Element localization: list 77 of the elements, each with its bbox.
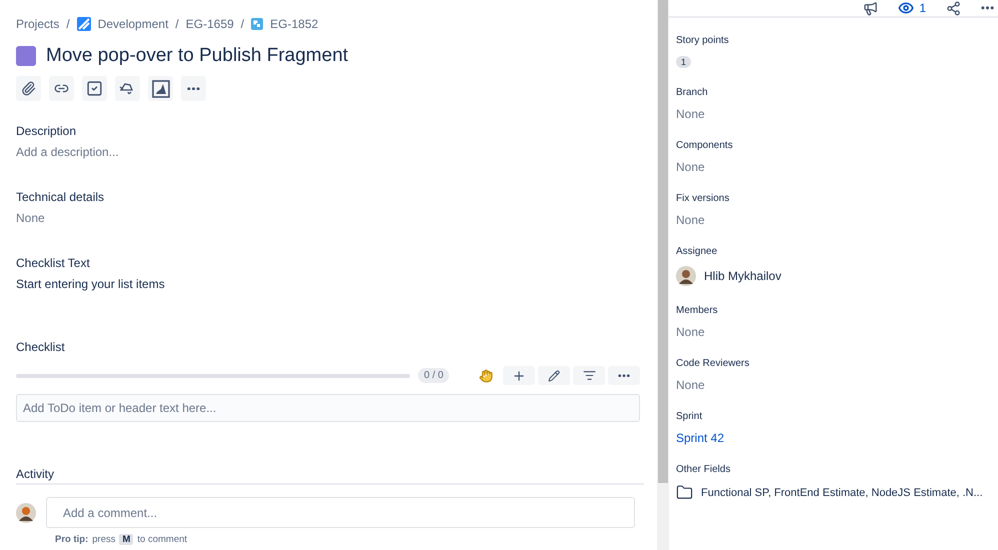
link-button[interactable] [49, 76, 74, 101]
more-button[interactable] [608, 366, 640, 385]
tip-text: to comment [137, 534, 188, 545]
breadcrumb-link[interactable]: Development [98, 17, 168, 31]
shortcut-key: M [119, 534, 134, 545]
tip-text: press [92, 534, 116, 545]
field-value: None [676, 213, 705, 227]
field-value: None [676, 378, 705, 392]
field-label: Sprint [676, 411, 704, 422]
bell-icon [119, 81, 136, 96]
todo-input-field[interactable]: Add ToDo item or header text here... [16, 394, 640, 422]
field-label: Branch [676, 87, 709, 98]
app-icon [152, 80, 170, 98]
field-label: Other Fields [676, 464, 732, 475]
field-value: None [676, 107, 705, 121]
section-heading: Technical details [16, 190, 106, 204]
field-label: Members [676, 305, 719, 316]
field-value: None [676, 325, 705, 339]
scrollbar-thumb[interactable] [658, 0, 668, 483]
breadcrumb-link[interactable]: Projects [16, 17, 60, 31]
plus-icon [512, 368, 526, 382]
assignee-name[interactable]: Hlib Mykhailov [704, 269, 782, 283]
field-label: Story points [676, 35, 730, 46]
breadcrumb-separator: / [175, 17, 179, 31]
share-button[interactable] [946, 0, 961, 16]
comment-field[interactable]: Add a comment... [46, 497, 635, 528]
issue-title[interactable]: Move pop-over to Publish Fragment [46, 45, 348, 67]
watch-button[interactable]: 1 [898, 0, 926, 16]
more-icon [187, 86, 200, 90]
breadcrumb-link[interactable]: EG-1659 [186, 17, 234, 31]
eye-icon [898, 0, 914, 16]
more-button[interactable] [181, 76, 206, 101]
more-icon [981, 6, 994, 10]
section-value[interactable]: None [16, 211, 641, 225]
field-label: Fix versions [676, 193, 730, 204]
breadcrumb-link[interactable]: EG-1852 [270, 17, 318, 31]
field-value: None [676, 160, 705, 174]
edit-button[interactable] [538, 366, 570, 385]
more-button[interactable] [981, 6, 994, 10]
scrollbar[interactable] [657, 0, 669, 550]
field-label: Components [676, 140, 734, 151]
field-label: Code Reviewers [676, 358, 750, 369]
section-value[interactable]: Start entering your list items [16, 277, 641, 291]
filter-button[interactable] [573, 366, 605, 385]
section-heading: Checklist Text [16, 256, 91, 270]
project-icon [76, 17, 91, 31]
checkbox-icon [86, 80, 103, 97]
hand-icon[interactable] [479, 368, 493, 382]
subtask-icon [251, 18, 264, 30]
tip-label: Pro tip: [55, 534, 88, 545]
issue-type-icon [16, 46, 36, 66]
activity-heading: Activity [16, 467, 644, 485]
bell-button[interactable] [115, 76, 140, 101]
breadcrumb-separator: / [66, 17, 70, 31]
share-icon [946, 0, 961, 16]
folder-icon [676, 484, 693, 501]
megaphone-icon [863, 0, 878, 16]
add-button[interactable] [503, 366, 535, 385]
paperclip-icon [21, 81, 36, 96]
section-value[interactable]: Add a description... [16, 145, 641, 159]
user-avatar-icon [16, 502, 36, 522]
attach-button[interactable] [16, 76, 41, 101]
checklist-button[interactable] [82, 76, 107, 101]
breadcrumb-separator: / [240, 17, 244, 31]
sprint-link[interactable]: Sprint 42 [676, 431, 724, 445]
more-icon [618, 374, 630, 378]
pencil-icon [548, 370, 560, 382]
story-points-badge: 1 [676, 56, 692, 68]
filter-icon [582, 369, 596, 382]
app-button[interactable] [148, 76, 173, 101]
field-value[interactable]: Functional SP, FrontEnd Estimate, NodeJS Estimate, .N... [701, 486, 983, 498]
feedback-button[interactable] [863, 0, 878, 16]
section-heading: Description [16, 124, 78, 138]
section-heading: Checklist [16, 340, 66, 354]
field-label: Assignee [676, 246, 718, 257]
progress-count: 0 / 0 [418, 368, 450, 383]
avatar-icon [676, 266, 696, 286]
